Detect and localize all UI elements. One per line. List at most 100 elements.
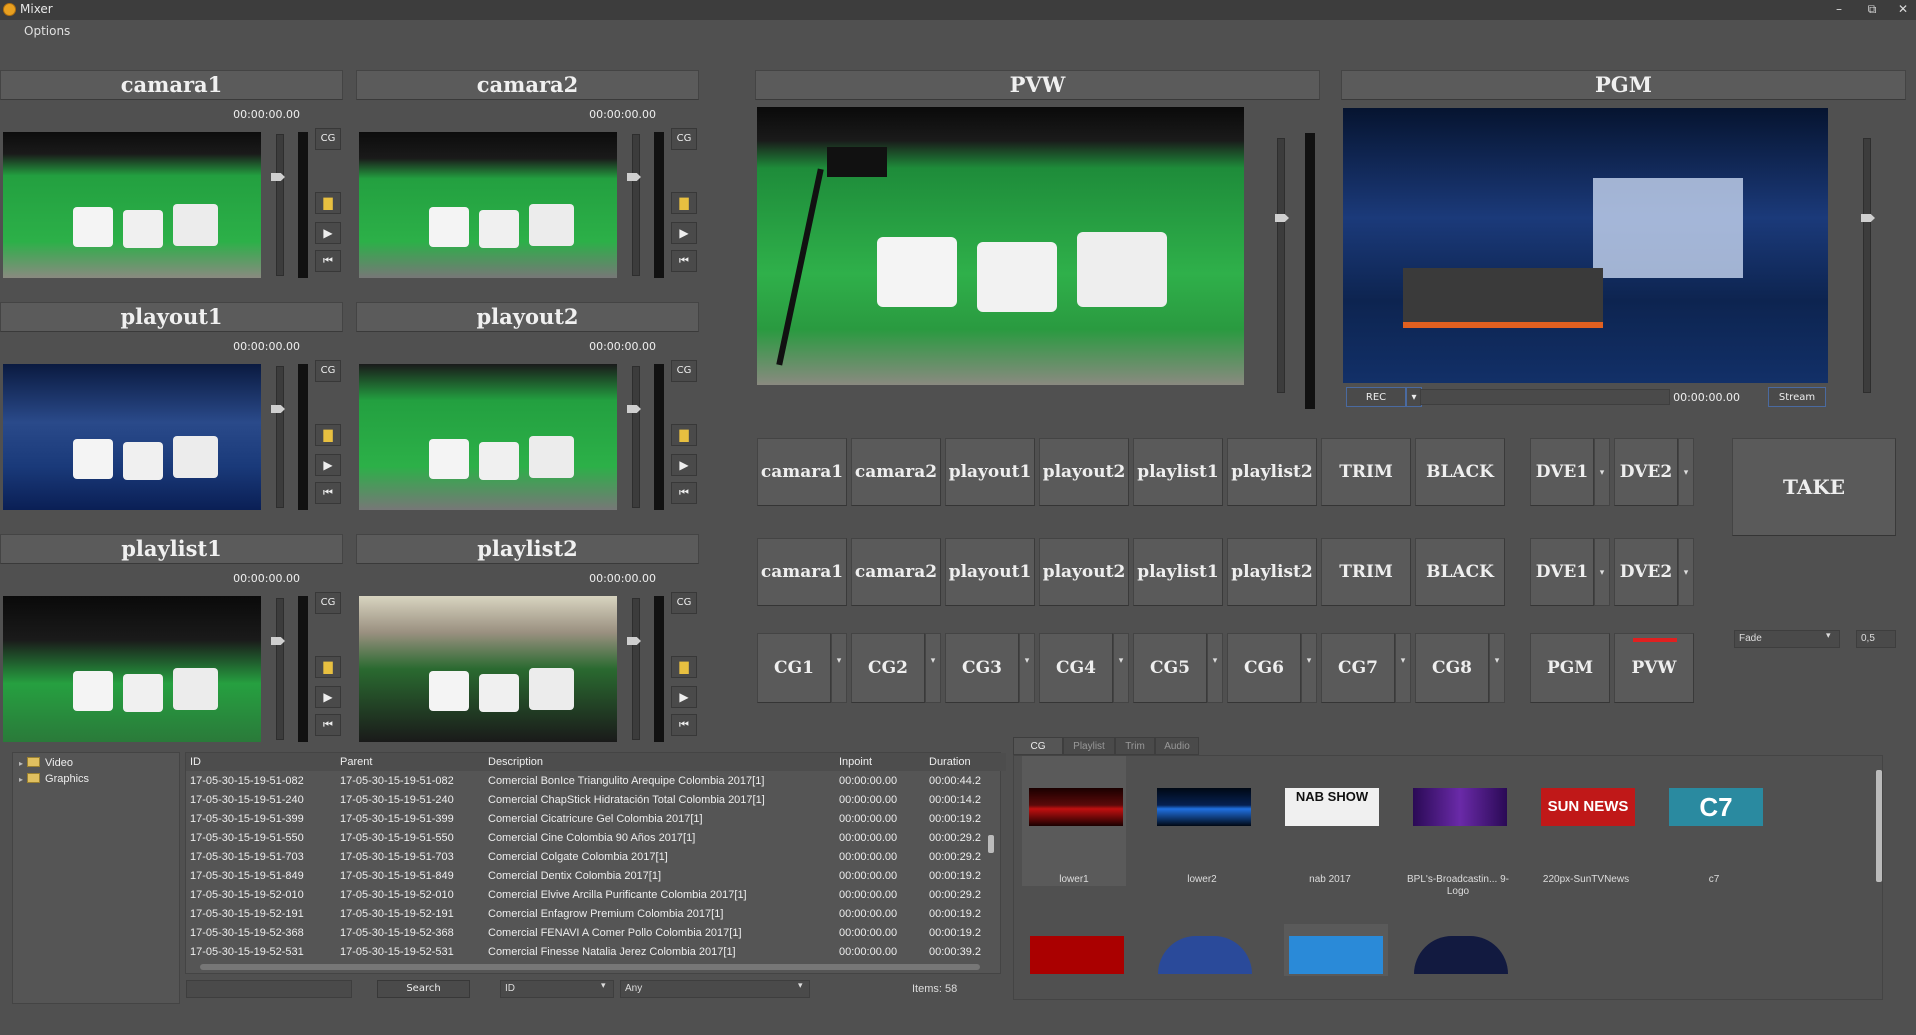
- table-row[interactable]: 17-05-30-15-19-51-703 17-05-30-15-19-51-7…: [186, 848, 1006, 867]
- transition-duration[interactable]: 0,5: [1856, 630, 1896, 648]
- table-row[interactable]: 17-05-30-15-19-51-082 17-05-30-15-19-51-0…: [186, 772, 1006, 791]
- play-icon[interactable]: ▶: [315, 454, 341, 476]
- column-header[interactable]: Description: [488, 753, 543, 772]
- cg-button-cg6[interactable]: CG6: [1227, 633, 1301, 703]
- cg-gallery-scrollbar[interactable]: [1876, 770, 1882, 882]
- cg-thumb-twitter[interactable]: [1284, 924, 1388, 976]
- bus-button-playlist2[interactable]: playlist2: [1227, 538, 1317, 606]
- cg-button-cg1[interactable]: CG1: [757, 633, 831, 703]
- cg-dropdown[interactable]: ▾: [1113, 633, 1129, 703]
- cg-button-cg2[interactable]: CG2: [851, 633, 925, 703]
- source-cg-button[interactable]: CG: [315, 128, 341, 150]
- table-row[interactable]: 17-05-30-15-19-51-240 17-05-30-15-19-51-2…: [186, 791, 1006, 810]
- cg-item[interactable]: BPL's-Broadcastin... 9-Logo: [1406, 756, 1510, 897]
- take-button[interactable]: TAKE: [1732, 438, 1896, 536]
- source-cg-button[interactable]: CG: [671, 592, 697, 614]
- bus-button-playlist1[interactable]: playlist1: [1133, 538, 1223, 606]
- source-cg-button[interactable]: CG: [315, 360, 341, 382]
- menu-options[interactable]: Options: [24, 24, 70, 38]
- bus-button-camara1[interactable]: camara1: [757, 438, 847, 506]
- cg-dropdown[interactable]: ▾: [1489, 633, 1505, 703]
- source-fader-track[interactable]: [276, 366, 284, 508]
- cg-item[interactable]: SUN NEWS 220px-SunTVNews: [1534, 756, 1638, 886]
- cg-button-cg3[interactable]: CG3: [945, 633, 1019, 703]
- bus-button-black[interactable]: BLACK: [1415, 538, 1505, 606]
- pvw-fader-track[interactable]: [1277, 138, 1285, 393]
- cg-dropdown[interactable]: ▾: [1301, 633, 1317, 703]
- dve1-button-row2[interactable]: DVE1: [1530, 538, 1594, 606]
- table-row[interactable]: 17-05-30-15-19-52-368 17-05-30-15-19-52-3…: [186, 924, 1006, 943]
- cg-dropdown[interactable]: ▾: [1019, 633, 1035, 703]
- source-cg-button[interactable]: CG: [315, 592, 341, 614]
- tree-item-graphics[interactable]: ▸ Graphics: [19, 771, 89, 787]
- stream-button[interactable]: Stream: [1768, 387, 1826, 407]
- pvw-fader-knob[interactable]: [1275, 214, 1289, 222]
- table-row[interactable]: 17-05-30-15-19-51-550 17-05-30-15-19-51-5…: [186, 829, 1006, 848]
- dve1-button-row1[interactable]: DVE1: [1530, 438, 1594, 506]
- search-filter-select[interactable]: Any: [620, 980, 810, 998]
- folder-icon[interactable]: ▇: [671, 424, 697, 446]
- bus-button-camara1[interactable]: camara1: [757, 538, 847, 606]
- skip-back-icon[interactable]: ⏮: [315, 714, 341, 736]
- bus-button-trim[interactable]: TRIM: [1321, 538, 1411, 606]
- tab-trim[interactable]: Trim: [1115, 737, 1155, 755]
- play-icon[interactable]: ▶: [671, 686, 697, 708]
- table-row[interactable]: 17-05-30-15-19-51-399 17-05-30-15-19-51-3…: [186, 810, 1006, 829]
- tab-playlist[interactable]: Playlist: [1063, 737, 1115, 755]
- dve1-dropdown-row2[interactable]: ▾: [1594, 538, 1610, 606]
- skip-back-icon[interactable]: ⏮: [671, 714, 697, 736]
- cg-item[interactable]: NAB SHOW nab 2017: [1278, 756, 1382, 886]
- cg-dropdown[interactable]: ▾: [925, 633, 941, 703]
- transition-select[interactable]: Fade: [1734, 630, 1840, 648]
- close-button[interactable]: ✕: [1891, 1, 1915, 18]
- source-fader-track[interactable]: [632, 134, 640, 276]
- bus-button-playout1[interactable]: playout1: [945, 538, 1035, 606]
- skip-back-icon[interactable]: ⏮: [315, 250, 341, 272]
- minimize-button[interactable]: –: [1827, 1, 1851, 18]
- skip-back-icon[interactable]: ⏮: [315, 482, 341, 504]
- source-cg-button[interactable]: CG: [671, 128, 697, 150]
- folder-icon[interactable]: ▇: [315, 192, 341, 214]
- play-icon[interactable]: ▶: [315, 222, 341, 244]
- play-icon[interactable]: ▶: [671, 454, 697, 476]
- cg-thumb-blue-swirl[interactable]: [1414, 936, 1508, 974]
- table-row[interactable]: 17-05-30-15-19-52-191 17-05-30-15-19-52-1…: [186, 905, 1006, 924]
- dve2-button-row2[interactable]: DVE2: [1614, 538, 1678, 606]
- play-icon[interactable]: ▶: [315, 686, 341, 708]
- table-hscrollbar[interactable]: [200, 964, 980, 970]
- rec-path-field[interactable]: [1420, 389, 1670, 405]
- bus-button-playout2[interactable]: playout2: [1039, 438, 1129, 506]
- cg-dropdown[interactable]: ▾: [1395, 633, 1411, 703]
- bus-button-camara2[interactable]: camara2: [851, 438, 941, 506]
- dve2-dropdown-row1[interactable]: ▾: [1678, 438, 1694, 506]
- table-row[interactable]: 17-05-30-15-19-52-531 17-05-30-15-19-52-5…: [186, 943, 1006, 962]
- source-fader-track[interactable]: [276, 598, 284, 740]
- table-vscrollbar[interactable]: [988, 835, 994, 853]
- table-row[interactable]: 17-05-30-15-19-51-849 17-05-30-15-19-51-8…: [186, 867, 1006, 886]
- cg-thumb-facebook[interactable]: [1158, 936, 1252, 974]
- tab-audio[interactable]: Audio: [1155, 737, 1199, 755]
- dve1-dropdown-row1[interactable]: ▾: [1594, 438, 1610, 506]
- search-input[interactable]: [186, 980, 352, 998]
- cg-dropdown[interactable]: ▾: [831, 633, 847, 703]
- bus-button-playout2[interactable]: playout2: [1039, 538, 1129, 606]
- cg-button-cg7[interactable]: CG7: [1321, 633, 1395, 703]
- column-header[interactable]: ID: [190, 753, 201, 772]
- pgm-fader-knob[interactable]: [1861, 214, 1875, 222]
- dve2-button-row1[interactable]: DVE2: [1614, 438, 1678, 506]
- skip-back-icon[interactable]: ⏮: [671, 482, 697, 504]
- cg-thumb-breaking-news[interactable]: [1030, 936, 1124, 974]
- bus-button-black[interactable]: BLACK: [1415, 438, 1505, 506]
- restore-button[interactable]: ⧉: [1860, 1, 1884, 18]
- bus-button-playlist2[interactable]: playlist2: [1227, 438, 1317, 506]
- dve2-dropdown-row2[interactable]: ▾: [1678, 538, 1694, 606]
- search-field-select[interactable]: ID: [500, 980, 614, 998]
- bus-button-camara2[interactable]: camara2: [851, 538, 941, 606]
- cg-item[interactable]: lower2: [1150, 756, 1254, 886]
- source-fader-track[interactable]: [632, 598, 640, 740]
- cg-item[interactable]: C7 c7: [1662, 756, 1766, 886]
- bus-button-trim[interactable]: TRIM: [1321, 438, 1411, 506]
- cg-button-cg4[interactable]: CG4: [1039, 633, 1113, 703]
- tree-item-video[interactable]: ▸ Video: [19, 755, 73, 771]
- cg-item[interactable]: lower1: [1022, 756, 1126, 886]
